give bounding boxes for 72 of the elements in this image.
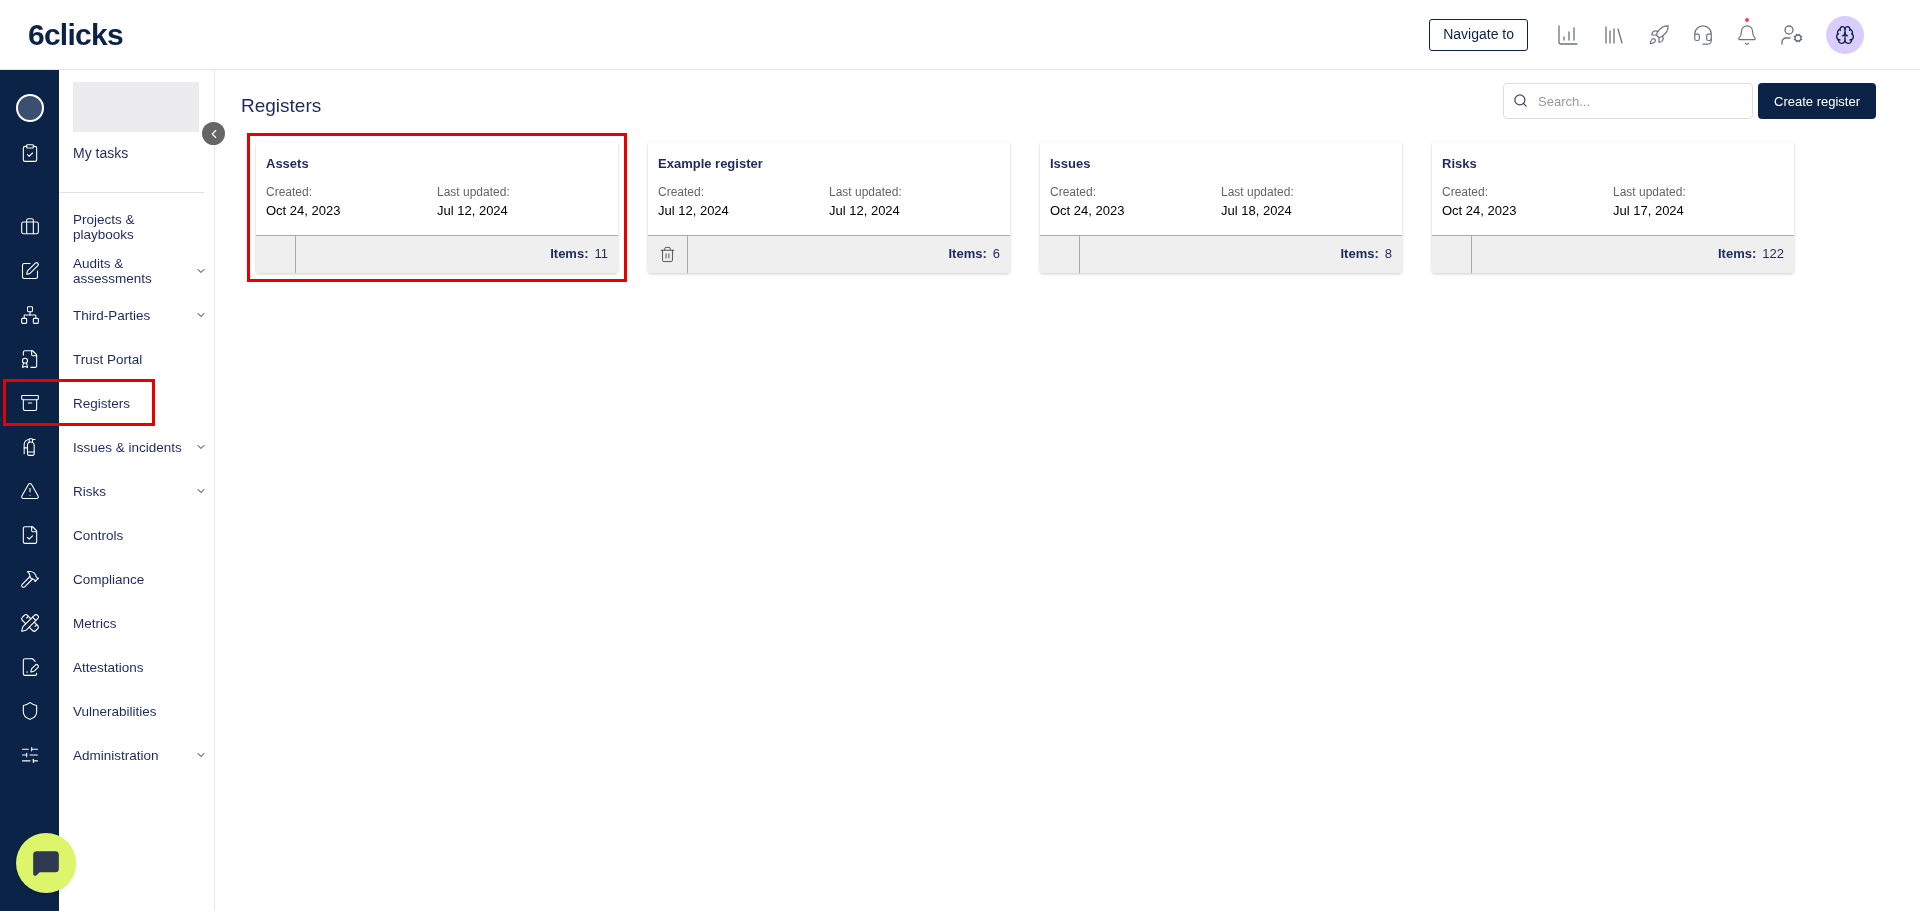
create-register-button[interactable]: Create register: [1758, 83, 1876, 120]
items-label: Items:: [550, 245, 589, 264]
warning-icon[interactable]: [19, 481, 40, 501]
nav-item[interactable]: Metrics: [73, 615, 193, 631]
page-title: Registers: [241, 94, 322, 118]
certificate-icon[interactable]: [19, 349, 40, 369]
register-card[interactable]: Assets Created: Oct 24, 2023 Last updated: Jul 12, 2024 Items: 11: [256, 141, 618, 273]
updated-label: Last updated:: [829, 184, 903, 201]
nav-item[interactable]: Third-Parties: [73, 307, 193, 323]
nav-item[interactable]: My tasks: [73, 142, 129, 164]
nav-item[interactable]: Risks: [73, 483, 193, 499]
nav-item[interactable]: Projects & playbooks: [73, 212, 193, 242]
nav-item[interactable]: Trust Portal: [73, 351, 193, 367]
created-date: Oct 24, 2023: [1050, 202, 1126, 220]
box-icon[interactable]: [19, 393, 40, 413]
network-icon[interactable]: [19, 305, 40, 325]
updated-date: Jul 18, 2024: [1221, 202, 1293, 220]
created-label: Created:: [1442, 184, 1490, 201]
logo[interactable]: 6clicks: [28, 12, 123, 57]
nav-item[interactable]: Registers: [73, 395, 193, 411]
created-label: Created:: [1050, 184, 1098, 201]
rocket-icon[interactable]: [1648, 23, 1670, 46]
register-card[interactable]: Risks Created: Oct 24, 2023 Last updated: Jul 17, 2024 Items: 122: [1432, 141, 1794, 273]
updated-label: Last updated:: [1613, 184, 1687, 201]
register-name: Example register: [658, 154, 764, 173]
nav-item[interactable]: Audits & assessments: [73, 256, 193, 286]
user-settings-icon[interactable]: [1780, 22, 1804, 47]
register-name: Assets: [266, 154, 310, 173]
created-date: Jul 12, 2024: [658, 202, 730, 220]
search-field[interactable]: Search...: [1503, 83, 1753, 120]
register-name: Risks: [1442, 154, 1478, 173]
items-count: 6: [992, 245, 1000, 264]
navigate-button[interactable]: Navigate to: [1429, 18, 1528, 51]
chat-button[interactable]: [16, 833, 76, 893]
items-label: Items:: [1340, 245, 1379, 264]
items-label: Items:: [948, 245, 987, 264]
briefcase-icon[interactable]: [19, 217, 40, 237]
assistant-button[interactable]: [1826, 15, 1864, 54]
updated-date: Jul 12, 2024: [437, 202, 509, 220]
updated-label: Last updated:: [1221, 184, 1295, 201]
items-count: 11: [594, 245, 608, 264]
nav-item[interactable]: Compliance: [73, 571, 193, 587]
updated-date: Jul 12, 2024: [829, 202, 901, 220]
sliders-icon[interactable]: [19, 745, 40, 765]
updated-date: Jul 17, 2024: [1613, 202, 1685, 220]
items-label: Items:: [1718, 245, 1757, 264]
created-date: Oct 24, 2023: [266, 202, 342, 220]
items-count: 122: [1762, 245, 1784, 264]
created-date: Oct 24, 2023: [1442, 202, 1518, 220]
register-card[interactable]: Example register Created: Jul 12, 2024 Last updated: Jul 12, 2024 Items: 6: [648, 141, 1010, 273]
items-count: 8: [1384, 245, 1392, 264]
nav-item[interactable]: Issues & incidents: [73, 439, 193, 455]
delete-icon[interactable]: [659, 245, 676, 263]
brain-icon: [1835, 24, 1855, 45]
register-card[interactable]: Issues Created: Oct 24, 2023 Last updated: Jul 18, 2024 Items: 8: [1040, 141, 1402, 273]
edit-icon[interactable]: [19, 261, 40, 281]
avatar[interactable]: [15, 94, 44, 122]
chat-bubble-icon: [32, 849, 60, 877]
collapse-button[interactable]: [202, 122, 225, 145]
hammer-icon[interactable]: [19, 569, 40, 589]
nav-item[interactable]: Attestations: [73, 659, 193, 675]
notification-icon[interactable]: [1736, 23, 1758, 46]
nav-item[interactable]: Administration: [73, 747, 193, 763]
nav-item[interactable]: Controls: [73, 527, 193, 543]
created-label: Created:: [266, 184, 314, 201]
search-icon: [1513, 93, 1528, 109]
updated-label: Last updated:: [437, 184, 511, 201]
headset-icon[interactable]: [1692, 23, 1714, 46]
created-label: Created:: [658, 184, 706, 201]
register-name: Issues: [1050, 154, 1092, 173]
pencil-ruler-icon[interactable]: [19, 613, 40, 633]
nav-item[interactable]: Vulnerabilities: [73, 703, 193, 719]
